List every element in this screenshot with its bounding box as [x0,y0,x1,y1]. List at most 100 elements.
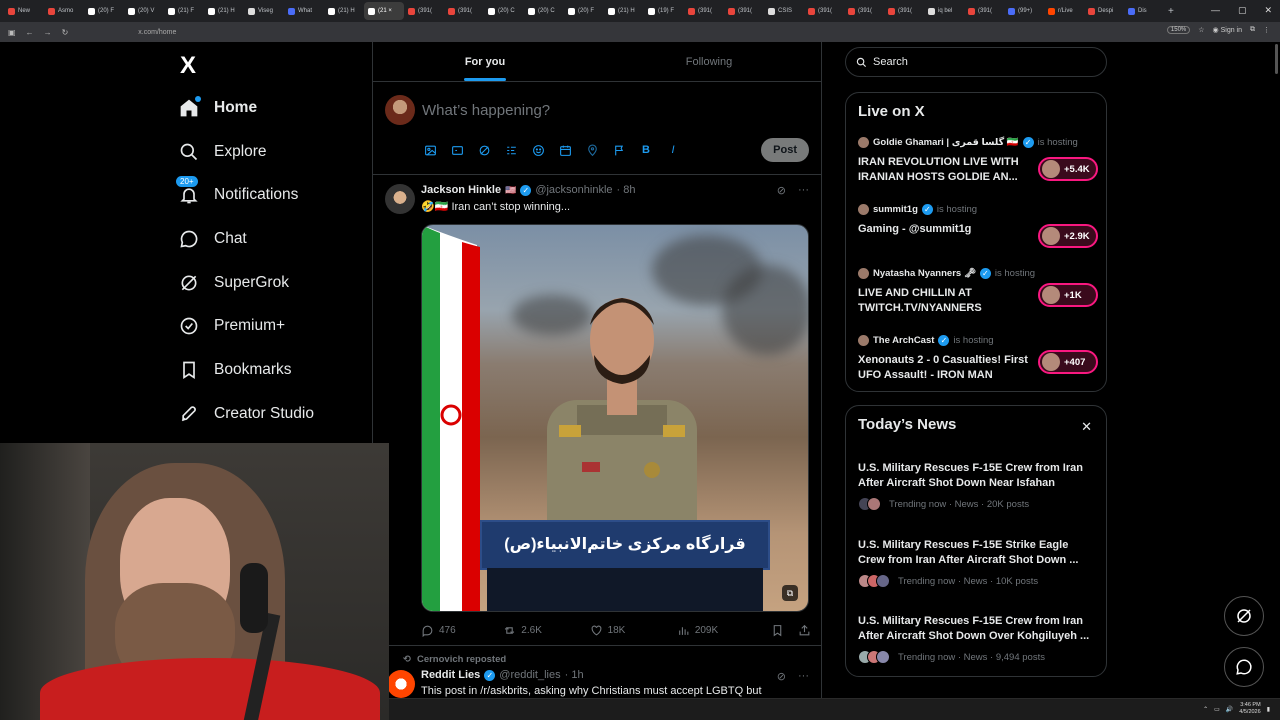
browser-tab[interactable]: CSIS [764,2,804,20]
user-avatar[interactable] [385,95,415,125]
browser-tab[interactable]: (21) H [604,2,644,20]
back-icon[interactable]: ← [26,28,34,37]
browser-tab[interactable]: r/Live [1044,2,1084,20]
forward-icon[interactable]: → [44,28,52,37]
reload-icon[interactable]: ↻ [62,28,69,37]
browser-tab[interactable]: (20) C [524,2,564,20]
tweet-author-avatar[interactable] [387,670,415,698]
tweet-author-handle[interactable]: @jacksonhinkle [535,184,612,196]
browser-tab[interactable]: New [4,2,44,20]
italic-icon[interactable]: I [666,143,680,157]
browser-tab[interactable]: (21) H [324,2,364,20]
sidebar-toggle-icon[interactable]: ▣ [8,28,16,37]
tweet-author-name[interactable]: Reddit Lies [421,669,480,681]
tweet-timestamp[interactable]: · 1h [565,669,584,681]
browser-tab[interactable]: (391( [444,2,484,20]
post-button[interactable]: Post [761,138,809,162]
nav-supergrok[interactable]: SuperGrok [178,261,314,305]
schedule-icon[interactable] [558,143,572,157]
grok-icon[interactable]: ⊘ [777,184,786,197]
page-scrollbar[interactable] [1275,44,1278,74]
browser-tab[interactable]: (20) C [484,2,524,20]
nav-home[interactable]: Home [178,86,314,130]
browser-tab[interactable]: (391( [844,2,884,20]
tweet-image[interactable]: قرارگاه مرکزی خاتم‌الانبیاء(ص) ⧉ [421,224,809,612]
share-icon[interactable] [798,624,811,637]
live-listener-pill[interactable]: +407 [1038,350,1098,374]
repost-by-label[interactable]: Cernovich reposted [417,654,506,665]
tweet[interactable]: Jackson Hinkle 🇺🇸 ✓ @jacksonhinkle · 8h … [373,176,821,646]
flag-icon[interactable] [612,143,626,157]
clock[interactable]: 3:46 PM 4/5/2026 [1239,702,1260,716]
tray-chevron-icon[interactable]: ⌃ [1203,706,1208,713]
browser-tab[interactable]: (20) F [84,2,124,20]
compose-input[interactable]: What’s happening? [422,102,550,119]
browser-tab[interactable]: (19) F [644,2,684,20]
live-item[interactable]: Goldie Ghamari | گلسا قمری 🇮🇷 ✓ is hosti… [858,137,1098,185]
browser-tab[interactable]: (391( [884,2,924,20]
browser-tab[interactable]: (391( [404,2,444,20]
browser-tab[interactable]: (391( [804,2,844,20]
notification-center-icon[interactable]: ▮ [1267,706,1270,713]
bookmark-icon[interactable] [771,624,784,637]
nav-notifications[interactable]: 20+ Notifications [176,173,314,217]
news-item[interactable]: U.S. Military Rescues F-15E Crew from Ir… [858,614,1098,664]
browser-tab[interactable]: (21) H [204,2,244,20]
image-action-icon[interactable]: ⧉ [782,585,798,601]
browser-tab[interactable]: Viseg [244,2,284,20]
news-item[interactable]: U.S. Military Rescues F-15E Crew from Ir… [858,461,1098,511]
live-listener-pill[interactable]: +5.4K [1038,157,1098,181]
bold-icon[interactable]: B [639,143,653,157]
browser-tab[interactable]: (20) V [124,2,164,20]
media-icon[interactable] [423,143,437,157]
poll-icon[interactable] [504,143,518,157]
extensions-icon[interactable]: ⧉ [1250,26,1255,34]
more-options-icon[interactable]: ··· [798,184,809,197]
emoji-icon[interactable] [531,143,545,157]
tab-following[interactable]: Following [597,42,821,81]
url-field[interactable]: x.com/home [138,29,176,36]
nav-explore[interactable]: Explore [178,130,314,174]
nav-premium[interactable]: Premium+ [178,304,314,348]
browser-tab[interactable]: Dis [1124,2,1164,20]
nav-bookmarks[interactable]: Bookmarks [178,348,314,392]
browser-tab[interactable]: (21 × [364,2,404,20]
grok-fab-button[interactable] [1224,596,1264,636]
live-item[interactable]: The ArchCast ✓ is hosting Xenonauts 2 - … [858,335,1098,383]
messages-fab-button[interactable] [1224,647,1264,687]
more-options-icon[interactable]: ··· [798,670,809,683]
live-item[interactable]: Nyatasha Nyanners 🗝 ✓ is hosting LIVE AN… [858,268,1098,316]
sign-in-button[interactable]: ◉ Sign in [1213,26,1242,34]
browser-tab[interactable]: (21) F [164,2,204,20]
volume-icon[interactable]: 🔊 [1226,706,1233,713]
tab-for-you[interactable]: For you [373,42,597,81]
live-listener-pill[interactable]: +1K [1038,283,1098,307]
browser-tab[interactable]: (20) F [564,2,604,20]
browser-menu-icon[interactable]: ⋮ [1263,26,1270,34]
browser-tab[interactable]: (99+) [1004,2,1044,20]
maximize-icon[interactable]: ▢ [1238,5,1247,16]
browser-tab[interactable]: (391( [964,2,1004,20]
browser-tab[interactable]: Asmo [44,2,84,20]
x-logo[interactable]: X [180,52,196,80]
zoom-level[interactable]: 150% [1166,26,1191,34]
minimize-icon[interactable]: — [1211,5,1220,16]
search-input[interactable]: Search [845,47,1107,77]
grok-icon[interactable]: ⊘ [777,670,786,683]
new-tab-button[interactable]: + [1164,2,1204,20]
tweet-author-avatar[interactable] [385,184,415,214]
network-icon[interactable]: ▭ [1214,706,1220,713]
reply-button[interactable]: 476 [421,624,503,637]
views-button[interactable]: 209K [677,624,771,637]
repost-button[interactable]: 2.6K [503,624,589,637]
gif-icon[interactable] [450,143,464,157]
location-icon[interactable] [585,143,599,157]
nav-chat[interactable]: Chat [178,217,314,261]
browser-tab[interactable]: iq bel [924,2,964,20]
tweet-author-name[interactable]: Jackson Hinkle [421,184,501,196]
browser-tab[interactable]: (391( [684,2,724,20]
live-listener-pill[interactable]: +2.9K [1038,224,1098,248]
close-icon[interactable]: ✕ [1081,419,1092,435]
browser-tab[interactable]: (391( [724,2,764,20]
star-icon[interactable]: ☆ [1198,26,1204,34]
